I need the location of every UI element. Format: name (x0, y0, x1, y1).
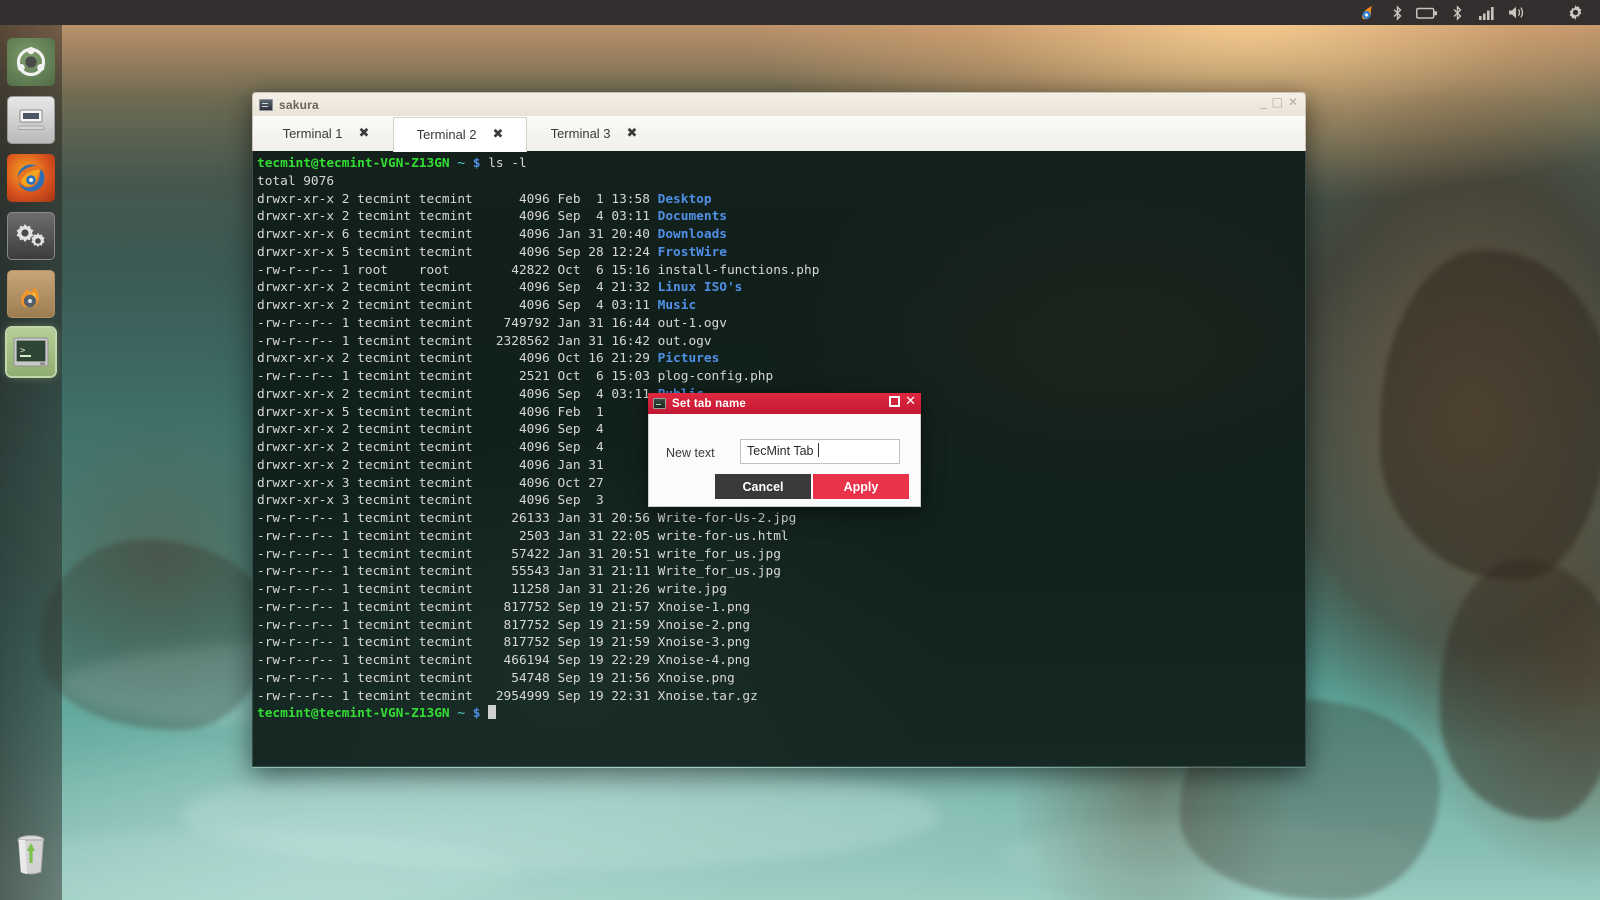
tab-label: Terminal 3 (551, 126, 611, 141)
set-tab-name-dialog: Set tab name ✕ New text TecMint Tab Canc… (648, 393, 921, 507)
window-controls: _ □ ✕ (1261, 96, 1298, 108)
system-settings-gear-icon[interactable] (1560, 0, 1590, 25)
bluetooth-alt-icon[interactable] (1442, 0, 1472, 25)
minimize-button[interactable]: _ (1261, 96, 1267, 108)
volume-icon[interactable] (1502, 0, 1532, 25)
svg-text:>: > (20, 346, 26, 356)
dialog-close-icon[interactable]: ✕ (905, 396, 916, 407)
dash-home-icon[interactable] (7, 38, 55, 86)
media-player-icon[interactable] (1352, 0, 1382, 25)
firefox-icon[interactable] (7, 154, 55, 202)
new-text-input[interactable]: TecMint Tab (740, 439, 900, 464)
dialog-controls: ✕ (889, 396, 916, 407)
system-settings-icon[interactable] (7, 212, 55, 260)
new-text-input-value: TecMint Tab (747, 444, 817, 458)
window-app-icon (259, 99, 273, 111)
cancel-button[interactable]: Cancel (715, 474, 811, 499)
new-text-label: New text (666, 446, 715, 460)
dialog-body: New text TecMint Tab Cancel Apply (648, 414, 921, 507)
tab-terminal-3[interactable]: Terminal 3 ✖ (527, 116, 661, 151)
tab-terminal-2[interactable]: Terminal 2 ✖ (393, 117, 527, 152)
tab-close-icon[interactable]: ✖ (359, 127, 370, 140)
brasero-icon[interactable] (7, 270, 55, 318)
tab-terminal-1[interactable]: Terminal 1 ✖ (259, 116, 393, 151)
close-button[interactable]: ✕ (1288, 96, 1298, 108)
dialog-maximize-button[interactable] (889, 396, 900, 407)
tab-close-icon[interactable]: ✖ (627, 127, 638, 140)
text-cursor (818, 443, 819, 457)
window-title: sakura (279, 98, 319, 112)
bluetooth-icon[interactable] (1382, 0, 1412, 25)
trash-icon[interactable] (7, 827, 55, 882)
files-icon[interactable] (7, 96, 55, 144)
dialog-buttons: Cancel Apply (715, 474, 909, 499)
battery-icon[interactable] (1412, 0, 1442, 25)
terminal-icon[interactable]: > (7, 328, 55, 376)
top-panel (0, 0, 1600, 25)
dialog-titlebar[interactable]: Set tab name ✕ (648, 393, 921, 414)
apply-button[interactable]: Apply (813, 474, 909, 499)
tab-label: Terminal 2 (417, 127, 477, 142)
dialog-title: Set tab name (672, 398, 746, 410)
maximize-button[interactable]: □ (1272, 96, 1283, 108)
network-signal-icon[interactable] (1472, 0, 1502, 25)
tab-label: Terminal 1 (283, 126, 343, 141)
dialog-app-icon (653, 398, 666, 409)
window-titlebar[interactable]: sakura _ □ ✕ (252, 92, 1306, 116)
desktop-screen: > sakura _ □ ✕ T (0, 0, 1600, 900)
unity-launcher: > (0, 25, 62, 900)
tab-bar: Terminal 1 ✖ Terminal 2 ✖ Terminal 3 ✖ (252, 116, 1306, 151)
tab-close-icon[interactable]: ✖ (493, 128, 504, 141)
